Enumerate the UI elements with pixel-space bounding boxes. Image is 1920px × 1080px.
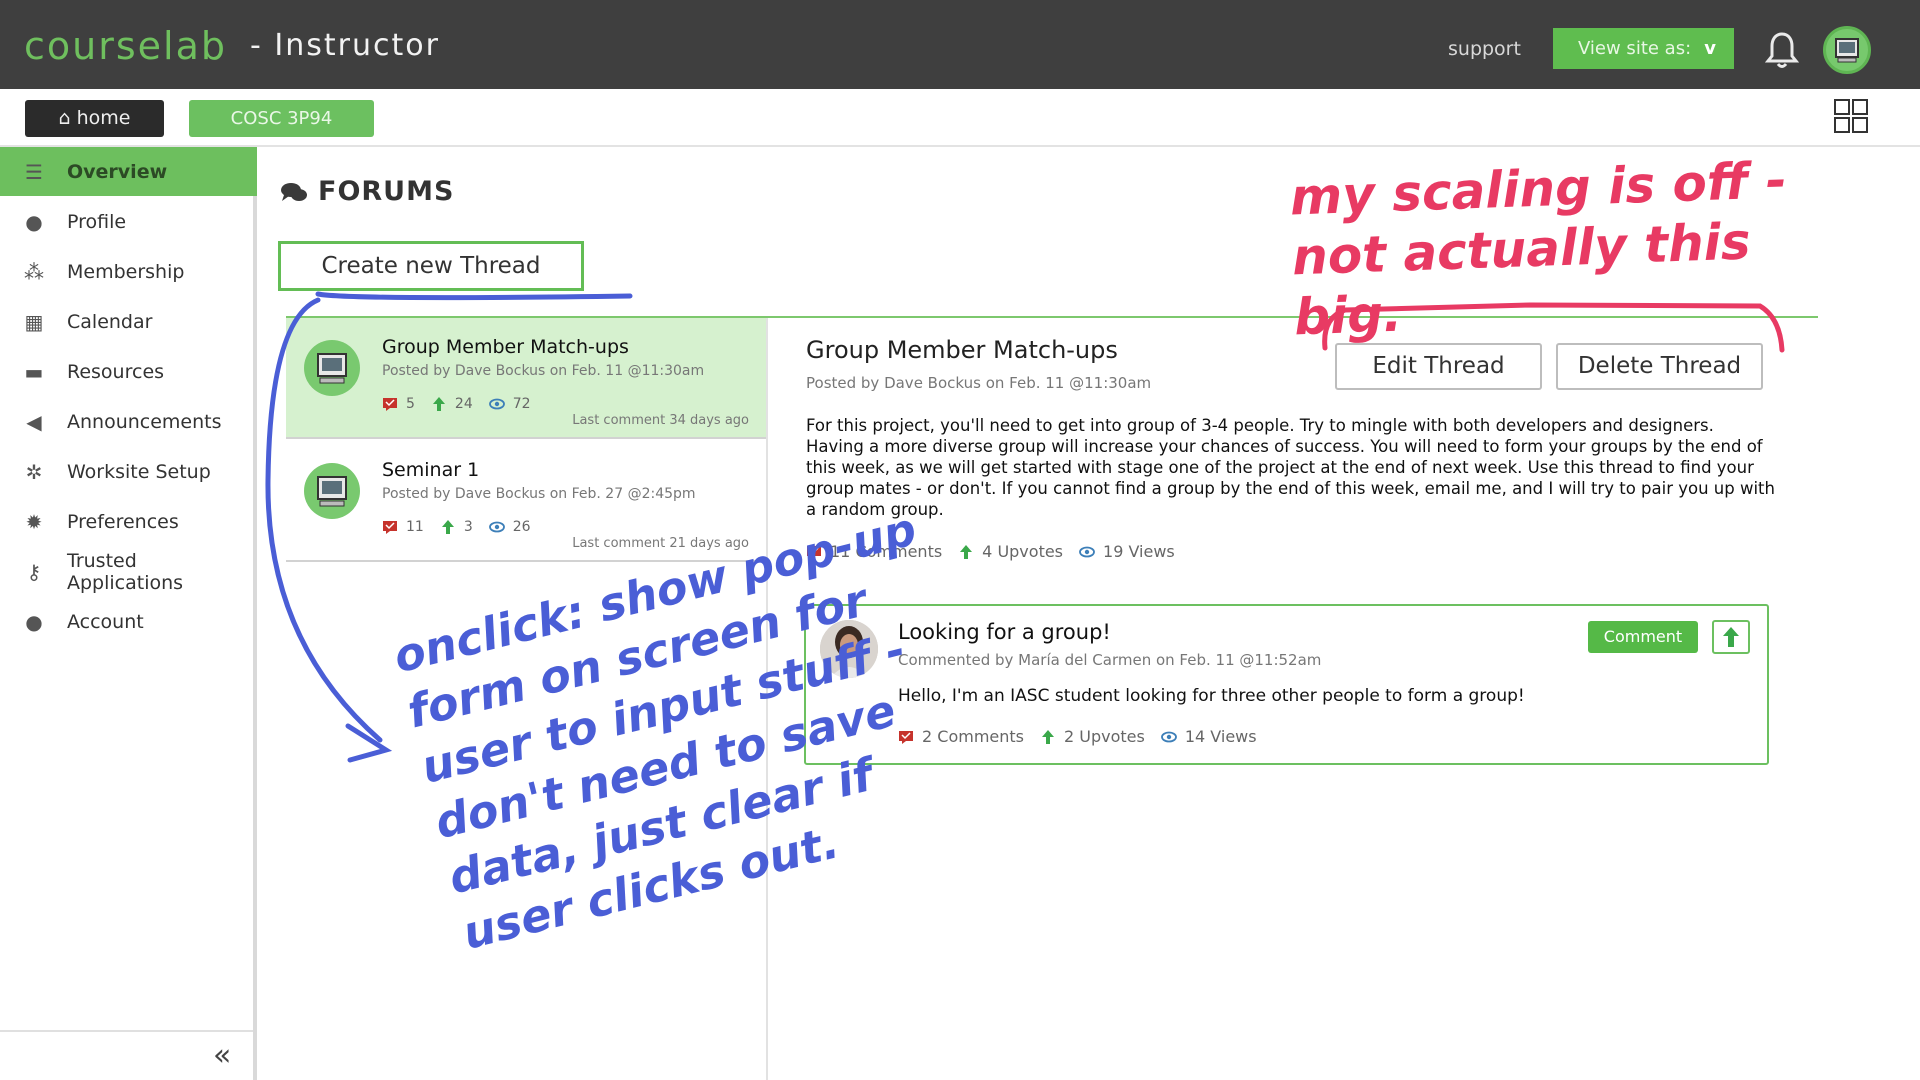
sidebar-item-label: Membership (67, 260, 185, 283)
sidebar-item-label: Resources (67, 360, 165, 383)
sidebar-item-trusted-applications[interactable]: ⚷ Trusted Applications (0, 547, 257, 596)
support-link[interactable]: support (1448, 38, 1521, 60)
annotation-note-red: my scaling is off - not actually this bi… (1289, 151, 1788, 347)
comment-icon (383, 398, 397, 411)
home-button[interactable]: ⌂ home (25, 100, 164, 137)
sidebar-item-label: Preferences (67, 510, 179, 533)
role-label: - Instructor (250, 28, 440, 63)
home-label: home (76, 107, 131, 129)
megaphone-icon: ◀ (26, 409, 42, 434)
chevron-down-icon: v (1704, 38, 1716, 59)
view-count: 19 Views (1103, 542, 1175, 561)
sidebar-item-overview[interactable]: ☰ Overview (0, 147, 257, 196)
user-icon: ● (25, 609, 43, 634)
course-button[interactable]: COSC 3P94 (189, 100, 374, 137)
thread-stats: 11 3 26 (382, 519, 547, 535)
comment-count: 5 (406, 396, 415, 412)
sidebar-item-calendar[interactable]: ▦ Calendar (0, 297, 257, 346)
comment-body: Hello, I'm an IASC student looking for t… (898, 686, 1525, 706)
sidebar-item-label: Calendar (67, 310, 153, 333)
create-thread-button[interactable]: Create new Thread (278, 241, 584, 291)
sidebar-item-label: Worksite Setup (67, 460, 211, 483)
sidebar-item-label: Announcements (67, 410, 222, 433)
upvote-button[interactable] (1712, 620, 1750, 654)
comments-icon (281, 183, 307, 201)
sidebar-item-label: Overview (67, 160, 168, 183)
last-comment: Last comment 34 days ago (572, 413, 749, 428)
cogs-icon: ✲ (25, 459, 43, 484)
view-site-label: View site as: (1578, 38, 1692, 59)
sidebar-item-label: Trusted Applications (67, 549, 184, 594)
user-icon: ● (25, 209, 43, 234)
thread-avatar (304, 463, 360, 519)
upvote-icon (441, 520, 454, 534)
upvote-count: 2 Upvotes (1064, 727, 1145, 746)
thread-meta: Posted by Dave Bockus on Feb. 11 @11:30a… (382, 363, 705, 379)
thread-title: Group Member Match-ups (382, 336, 629, 358)
sidebar-collapse-button[interactable]: « (0, 1030, 253, 1080)
page: { "header": { "brand": "courselab", "rol… (0, 0, 1920, 1080)
user-avatar-icon[interactable] (1823, 26, 1871, 74)
view-site-as-dropdown[interactable]: View site as: v (1553, 28, 1734, 69)
sidebar-item-announcements[interactable]: ◀ Announcements (0, 397, 257, 446)
eye-icon (1079, 546, 1095, 557)
sidebar-item-worksite-setup[interactable]: ✲ Worksite Setup (0, 447, 257, 496)
upvote-icon (960, 544, 973, 559)
bell-icon[interactable] (1764, 30, 1800, 70)
delete-thread-button[interactable]: Delete Thread (1556, 343, 1763, 390)
list-icon: ☰ (25, 159, 43, 184)
comment-count: 11 (406, 519, 424, 535)
upvote-count: 24 (454, 396, 473, 412)
view-count: 72 (512, 396, 531, 412)
view-count: 26 (512, 519, 531, 535)
comment-icon (383, 521, 397, 534)
folder-icon: ▬ (24, 359, 44, 384)
upvote-icon (1042, 729, 1054, 744)
view-count: 14 Views (1184, 727, 1257, 746)
thread-avatar (304, 340, 360, 396)
sidebar-item-membership[interactable]: ⁂ Membership (0, 247, 257, 296)
apps-grid-icon[interactable] (1833, 98, 1869, 134)
calendar-icon: ▦ (24, 309, 44, 334)
upvote-icon (432, 397, 445, 411)
thread-meta: Posted by Dave Bockus on Feb. 27 @2:45pm (382, 486, 696, 502)
annotation-note-blue: onclick: show pop-up form on screen for … (388, 502, 922, 960)
sidebar-item-account[interactable]: ● Account (0, 597, 257, 646)
eye-icon (1160, 731, 1177, 742)
brand-logo[interactable]: courselab (24, 24, 227, 68)
thread-detail-meta: Posted by Dave Bockus on Feb. 11 @11:30a… (806, 374, 1152, 392)
eye-icon (488, 398, 505, 410)
sidebar-item-label: Account (67, 610, 144, 633)
thread-detail-title: Group Member Match-ups (806, 336, 1118, 364)
upvote-count: 4 Upvotes (982, 542, 1064, 561)
thread-stats: 5 24 72 (382, 396, 547, 412)
sidebar-item-profile[interactable]: ● Profile (0, 197, 257, 246)
upvote-count: 3 (463, 519, 473, 535)
edit-thread-button[interactable]: Edit Thread (1335, 343, 1542, 390)
users-icon: ⁂ (24, 259, 44, 284)
home-icon: ⌂ (58, 107, 77, 129)
page-title: FORUMS (318, 176, 455, 207)
eye-icon (488, 521, 505, 533)
sidebar-item-label: Profile (67, 210, 127, 233)
comment-button[interactable]: Comment (1588, 621, 1698, 653)
key-icon: ⚷ (26, 559, 42, 584)
thread-title: Seminar 1 (382, 459, 480, 481)
double-chevron-left-icon: « (213, 1038, 232, 1073)
gear-icon: ✹ (25, 509, 43, 534)
thread-list-item[interactable]: Group Member Match-ups Posted by Dave Bo… (286, 318, 767, 439)
thread-detail-body: For this project, you'll need to get int… (806, 416, 1775, 519)
sidebar-item-resources[interactable]: ▬ Resources (0, 347, 257, 396)
thread-list-item[interactable]: Seminar 1 Posted by Dave Bockus on Feb. … (286, 441, 767, 562)
sidebar-item-preferences[interactable]: ✹ Preferences (0, 497, 257, 546)
upvote-icon (1723, 627, 1739, 647)
